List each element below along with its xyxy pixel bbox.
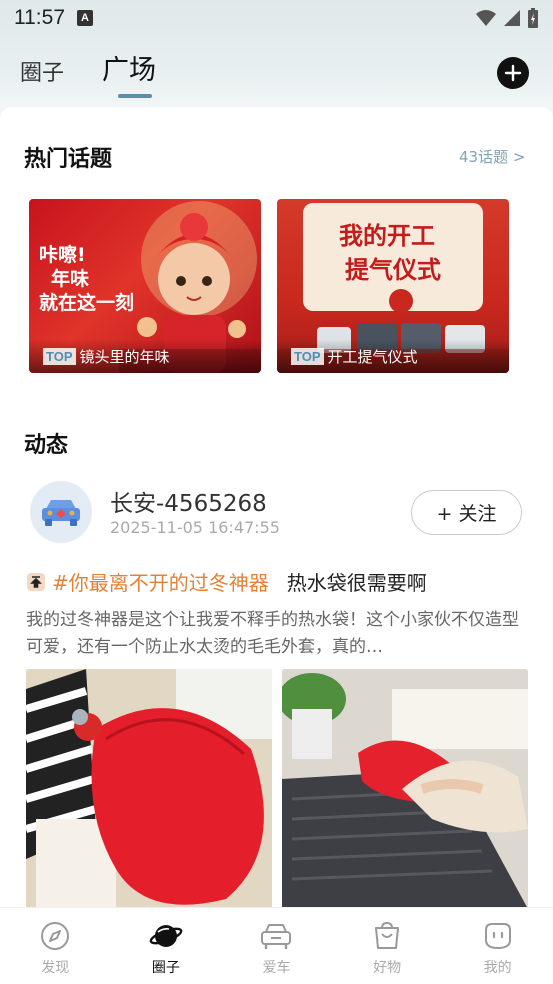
header-tabs: 圈子 广场 <box>20 48 156 87</box>
topic-caption: TOP 开工提气仪式 <box>277 339 509 373</box>
poster-line-1: 咔嚓! <box>39 244 86 266</box>
notification-a-icon: A <box>77 10 93 26</box>
wifi-icon <box>476 10 496 26</box>
hot-water-bottle-photo <box>26 669 272 907</box>
poster-line-3: 就在这一刻 <box>39 292 135 314</box>
tab-circle[interactable]: 圈子 <box>20 55 64 87</box>
topic-caption: TOP 镜头里的年味 <box>29 339 261 373</box>
main-content: 热门话题 43话题 > 咔嚓! 年味 就在这一刻 TOP 镜头里的年味 我的开工… <box>0 107 553 907</box>
battery-icon <box>528 8 538 28</box>
top-badge: TOP <box>291 347 324 365</box>
nav-label: 好物 <box>373 960 402 976</box>
nav-label: 圈子 <box>151 960 180 976</box>
post-photo-2[interactable] <box>282 669 528 907</box>
holding-bottle-photo <box>282 669 528 907</box>
post-title[interactable]: 热水袋很需要啊 <box>287 567 427 596</box>
status-right-icons <box>475 7 539 29</box>
shopping-bag-icon <box>375 921 400 949</box>
topic-card-work-start[interactable]: 我的开工 提气仪式 TOP 开工提气仪式 <box>277 199 509 373</box>
bottom-nav: 发现 圈子 爱车 好物 我的 <box>0 907 553 984</box>
nav-circle[interactable]: 圈子 <box>111 908 222 984</box>
planet-icon <box>149 925 183 947</box>
nav-my-car[interactable]: 爱车 <box>221 908 332 984</box>
poster-line-2: 年味 <box>51 268 90 290</box>
profile-face-icon <box>484 923 511 950</box>
nav-label: 爱车 <box>262 960 291 976</box>
poster-line-2: 提气仪式 <box>345 255 441 284</box>
username[interactable]: 长安-4565268 <box>110 484 267 518</box>
nav-label: 发现 <box>41 960 70 976</box>
nav-mine[interactable]: 我的 <box>442 908 553 984</box>
nav-discover[interactable]: 发现 <box>0 908 111 984</box>
car-avatar-icon <box>42 500 80 526</box>
nav-goods[interactable]: 好物 <box>332 908 443 984</box>
feed-title: 动态 <box>24 433 69 458</box>
car-icon <box>261 924 292 949</box>
status-time: 11:57 <box>14 6 65 29</box>
topic-label: 镜头里的年味 <box>79 347 170 366</box>
post-topic-row: #你最离不开的过冬神器 热水袋很需要啊 <box>26 567 427 596</box>
top-badge: TOP <box>43 347 76 365</box>
plus-circle-icon <box>504 64 522 82</box>
post-hashtag[interactable]: #你最离不开的过冬神器 <box>52 567 269 596</box>
status-bar: 11:57 A <box>0 0 553 36</box>
topic-card-new-year[interactable]: 咔嚓! 年味 就在这一刻 TOP 镜头里的年味 <box>29 199 261 373</box>
avatar[interactable] <box>30 481 92 543</box>
tab-square[interactable]: 广场 <box>102 48 156 87</box>
topic-pin-icon <box>27 572 45 591</box>
follow-button[interactable]: + 关注 <box>411 490 522 535</box>
more-topics-link[interactable]: 43话题 > <box>459 146 525 167</box>
active-tab-indicator <box>118 94 152 98</box>
compass-icon <box>41 922 70 950</box>
add-post-button[interactable] <box>497 57 529 89</box>
post-body[interactable]: 我的过冬神器是这个让我爱不释手的热水袋！这个小家伙不仅造型可爱，还有一个防止水太… <box>26 607 526 661</box>
poster-line-1: 我的开工 <box>339 221 435 250</box>
nav-label: 我的 <box>483 960 512 976</box>
post-photo-1[interactable] <box>26 669 272 907</box>
post-time: 2025-11-05 16:47:55 <box>110 518 280 537</box>
topic-label: 开工提气仪式 <box>327 347 418 366</box>
signal-icon <box>504 10 520 26</box>
hot-topics-title: 热门话题 <box>24 147 113 172</box>
